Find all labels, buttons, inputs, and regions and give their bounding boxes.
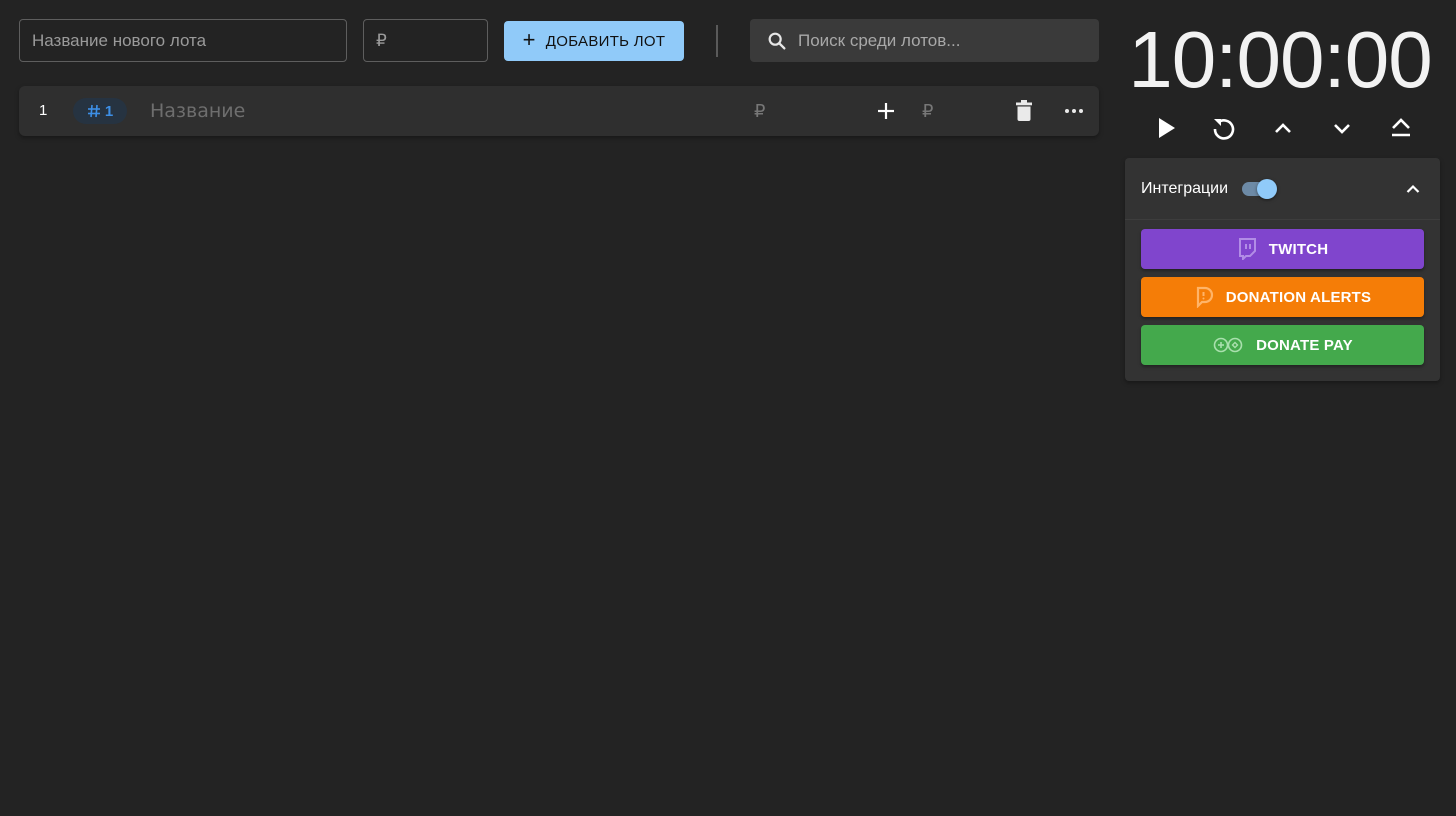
search-icon [768, 32, 786, 50]
more-options-icon[interactable] [1062, 99, 1086, 123]
chevron-up-icon[interactable] [1402, 178, 1424, 200]
hash-icon [87, 104, 100, 118]
plus-icon: + [522, 27, 536, 52]
lot-amount[interactable]: ₽ [754, 101, 765, 122]
donatepay-button[interactable]: DONATE PAY [1141, 325, 1424, 365]
add-amount-icon[interactable] [874, 99, 898, 123]
integrations-toggle[interactable] [1240, 178, 1278, 200]
donatepay-label: DONATE PAY [1256, 336, 1353, 354]
add-amount-field[interactable]: ₽ [922, 101, 933, 122]
twitch-label: TWITCH [1268, 240, 1329, 258]
integrations-header: Интеграции [1125, 158, 1440, 220]
lot-row: 1 1 ₽ ₽ [19, 86, 1099, 136]
chevron-up-icon[interactable] [1269, 114, 1297, 142]
lot-id-badge[interactable]: 1 [73, 98, 127, 124]
play-icon[interactable] [1152, 114, 1180, 142]
twitch-icon [1238, 238, 1256, 260]
donation-alerts-button[interactable]: DONATION ALERTS [1141, 277, 1424, 317]
lot-id-label: 1 [104, 102, 114, 120]
donatepay-icon [1213, 337, 1243, 353]
donation-alerts-icon [1196, 286, 1213, 308]
timer-display: 10:00:00 [1128, 15, 1432, 104]
trash-icon[interactable] [1014, 99, 1034, 123]
timer-controls [1152, 114, 1422, 144]
lot-index: 1 [39, 102, 48, 119]
eject-icon[interactable] [1387, 114, 1415, 142]
chevron-down-icon[interactable] [1328, 114, 1356, 142]
search-box[interactable] [750, 19, 1099, 62]
new-lot-name-input[interactable] [19, 19, 347, 62]
search-input[interactable] [798, 30, 1088, 51]
new-lot-price-input[interactable] [363, 19, 488, 62]
integrations-panel: Интеграции TWITCH DONATION ALERTS DONATE… [1125, 158, 1440, 381]
toolbar-divider [716, 25, 718, 57]
integrations-title: Интеграции [1141, 180, 1229, 197]
add-lot-label: ДОБАВИТЬ ЛОТ [545, 32, 666, 50]
add-lot-button[interactable]: + ДОБАВИТЬ ЛОТ [504, 21, 684, 61]
twitch-button[interactable]: TWITCH [1141, 229, 1424, 269]
donation-alerts-label: DONATION ALERTS [1225, 288, 1372, 306]
lot-name-input[interactable] [150, 100, 570, 122]
reset-icon[interactable] [1210, 114, 1238, 142]
